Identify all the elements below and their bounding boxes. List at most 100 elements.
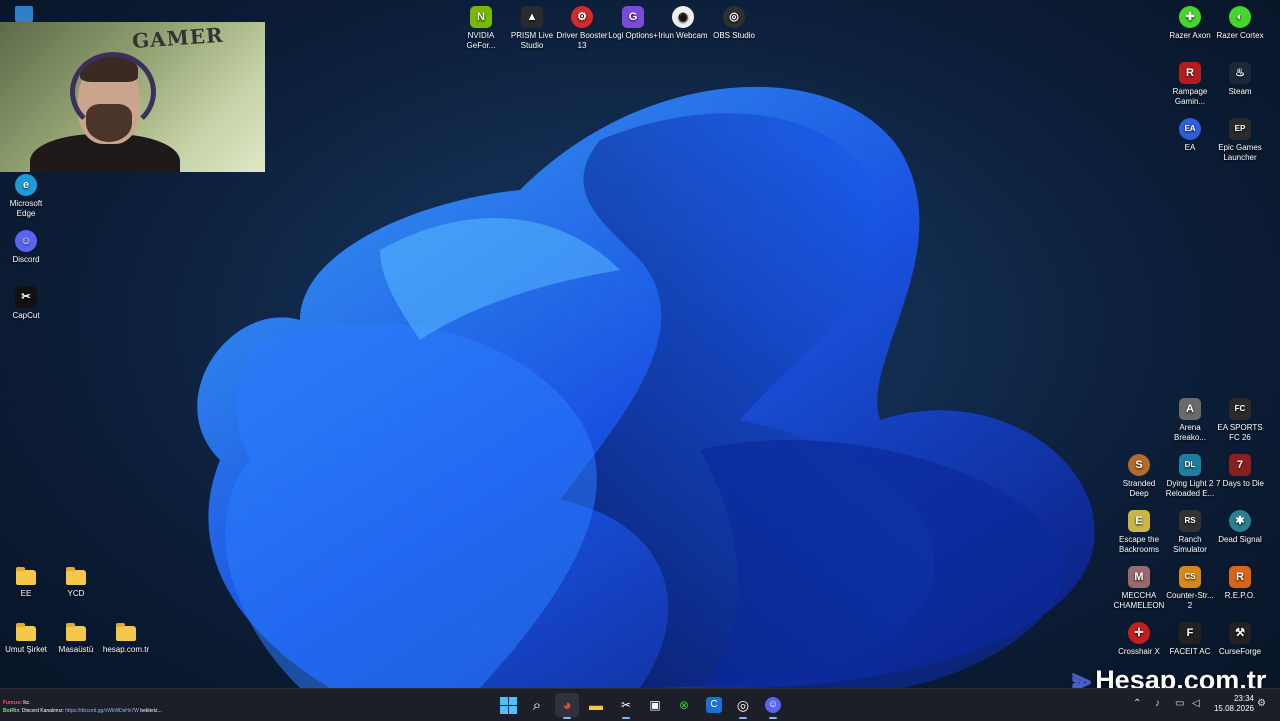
- desktop-icon-meccha[interactable]: M MECCHA CHAMELEON: [1113, 566, 1165, 611]
- folder-icon: [16, 567, 36, 585]
- desktop-icon-curseforge[interactable]: ⚒ CurseForge: [1214, 622, 1266, 657]
- desktop-icon-stranded-deep[interactable]: S Stranded Deep: [1113, 454, 1165, 499]
- desktop-icon-driver-booster[interactable]: ⚙ Driver Booster 13: [556, 6, 608, 51]
- desktop-icon-nvidia[interactable]: N NVIDIA GeFor...: [455, 6, 507, 51]
- desktop-icon-razer-cortex[interactable]: ◐ Razer Cortex: [1214, 6, 1266, 41]
- desktop-icon-ea[interactable]: EA EA: [1164, 118, 1216, 153]
- network-icon[interactable]: ▭: [1175, 698, 1184, 709]
- razer-cortex-icon: ◐: [1229, 6, 1251, 28]
- discord-taskbar-button[interactable]: ☺: [761, 693, 785, 719]
- arena-icon: A: [1179, 398, 1201, 420]
- chat-message-tail: bekleriz...: [138, 708, 162, 714]
- desktop-icon-iriun[interactable]: ◉ Iriun Webcam: [657, 6, 709, 41]
- capcut-icon: ✂: [620, 698, 632, 712]
- desktop-icon-arena[interactable]: A Arena Breako...: [1164, 398, 1216, 443]
- obs-taskbar-button[interactable]: ◎: [731, 693, 755, 719]
- crosshair-icon: ✛: [1128, 622, 1150, 644]
- app-c-button[interactable]: C: [702, 693, 726, 717]
- desktop-icon-steam[interactable]: ♨ Steam: [1214, 62, 1266, 97]
- desktop-icon-edge[interactable]: e Microsoft Edge: [0, 174, 52, 219]
- desktop-icon-rampage[interactable]: R Rampage Gamin...: [1164, 62, 1216, 107]
- capcut-taskbar-button[interactable]: ✂: [614, 693, 638, 719]
- desktop-icon-razer-axon[interactable]: ✚ Razer Axon: [1164, 6, 1216, 41]
- folder-icon: [66, 623, 86, 641]
- desktop-icon-label: FACEIT AC: [1169, 647, 1211, 656]
- folder-icon: ▬: [589, 697, 603, 713]
- chat-line: BotRix: Discord Kanalımız: https://disco…: [3, 707, 443, 715]
- desktop-icon-logi[interactable]: G Logi Options+: [607, 6, 659, 41]
- desktop-icon-label: Stranded Deep: [1122, 479, 1156, 498]
- epic-icon: EP: [1229, 118, 1251, 140]
- desktop-icon-discord[interactable]: ☺ Discord: [0, 230, 52, 265]
- desktop-icon-prism[interactable]: ▲ PRISM Live Studio: [506, 6, 558, 51]
- desktop-icon-label: Iriun Webcam: [658, 31, 708, 40]
- search-button[interactable]: ⌕: [525, 693, 549, 717]
- chevron-up-icon[interactable]: ⌃: [1133, 698, 1141, 709]
- search-icon: ⌕: [532, 696, 542, 714]
- microphone-icon[interactable]: ♪: [1155, 698, 1160, 709]
- desktop-folder-hesap[interactable]: hesap.com.tr: [100, 622, 152, 655]
- chrome-button[interactable]: ◕: [555, 693, 579, 719]
- desktop-folder-ee[interactable]: EE: [0, 566, 52, 599]
- dead-signal-icon: ✱: [1229, 510, 1251, 532]
- razer-axon-icon: ✚: [1179, 6, 1201, 28]
- volume-icon[interactable]: ◁: [1192, 698, 1200, 709]
- capture-button[interactable]: ▣: [643, 693, 667, 717]
- desktop-icon-label: Microsoft Edge: [9, 199, 43, 218]
- headset-icon: [70, 52, 156, 132]
- stream-chat: Funnze: lkc BotRix: Discord Kanalımız: h…: [3, 699, 443, 715]
- capture-icon: ▣: [649, 698, 661, 712]
- webcam-tag: GAMER: [131, 22, 225, 54]
- driver-booster-icon: ⚙: [571, 6, 593, 28]
- chat-username: Funnze: [3, 700, 21, 706]
- desktop-folder-ycd[interactable]: YCD: [50, 566, 102, 599]
- chrome-icon: ◕: [562, 696, 572, 714]
- repo-icon: R: [1229, 566, 1251, 588]
- small-app-icon[interactable]: [15, 6, 33, 22]
- desktop-icon-label: Dying Light 2 Reloaded E...: [1165, 479, 1215, 498]
- desktop-icon-obs[interactable]: ◎ OBS Studio: [708, 6, 760, 41]
- discord-icon: ☺: [15, 230, 37, 252]
- desktop-icon-label: hesap.com.tr: [102, 645, 150, 654]
- desktop-icon-fc26[interactable]: FC EA SPORTS FC 26: [1214, 398, 1266, 443]
- folder-icon: [66, 567, 86, 585]
- discord-icon: ☺: [765, 697, 781, 713]
- desktop-icon-faceit[interactable]: F FACEIT AC: [1164, 622, 1216, 657]
- desktop-icon-ranch[interactable]: RS Ranch Simulator: [1164, 510, 1216, 555]
- chat-link[interactable]: https://discord.gg/vWkWDsHv7W: [65, 708, 139, 714]
- desktop-icon-dying-light[interactable]: DL Dying Light 2 Reloaded E...: [1164, 454, 1216, 499]
- desktop-folder-umut-sirket[interactable]: Umut Şirket: [0, 622, 52, 655]
- desktop-icon-label: EA SPORTS FC 26: [1217, 423, 1263, 442]
- desktop-folder-masaustu[interactable]: Masaüstü: [50, 622, 102, 655]
- desktop-icon-dead-signal[interactable]: ✱ Dead Signal: [1214, 510, 1266, 545]
- desktop-icon-label: Escape the Backrooms: [1118, 535, 1160, 554]
- desktop-icon-label: Umut Şirket: [5, 645, 47, 654]
- clock[interactable]: 23:34 15.08.2026: [1214, 694, 1254, 714]
- desktop-icon-label: Arena Breako...: [1173, 423, 1206, 442]
- desktop-icon-label: OBS Studio: [713, 31, 755, 40]
- xbox-icon: ⊗: [678, 698, 690, 712]
- chat-message: : lkc: [20, 700, 30, 706]
- start-button[interactable]: [496, 693, 520, 717]
- desktop-icon-label: 7 Days to Die: [1215, 479, 1265, 488]
- xbox-button[interactable]: ⊗: [672, 693, 696, 717]
- webcam-overlay: GAMER: [0, 22, 265, 172]
- desktop-icon-epic[interactable]: EP Epic Games Launcher: [1214, 118, 1266, 163]
- desktop-icon-label: MECCHA CHAMELEON: [1113, 591, 1165, 610]
- desktop-icon-crosshair[interactable]: ✛ Crosshair X: [1113, 622, 1165, 657]
- desktop-icon-capcut[interactable]: ✂ CapCut: [0, 286, 52, 321]
- explorer-button[interactable]: ▬: [584, 693, 608, 717]
- desktop-icon-repo[interactable]: R R.E.P.O.: [1214, 566, 1266, 601]
- prism-icon: ▲: [521, 6, 543, 28]
- meccha-icon: M: [1128, 566, 1150, 588]
- notification-icon[interactable]: ⚙: [1257, 698, 1266, 709]
- desktop-icon-label: Driver Booster 13: [556, 31, 608, 50]
- 7days-icon: 7: [1229, 454, 1251, 476]
- steam-icon: ♨: [1229, 62, 1251, 84]
- fc26-icon: FC: [1229, 398, 1251, 420]
- desktop-icon-7days[interactable]: 7 7 Days to Die: [1214, 454, 1266, 489]
- obs-icon: ◎: [723, 6, 745, 28]
- desktop-icon-cs2[interactable]: CS Counter-Str... 2: [1164, 566, 1216, 611]
- desktop-icon-label: Logi Options+: [608, 31, 658, 40]
- desktop-icon-backrooms[interactable]: E Escape the Backrooms: [1113, 510, 1165, 555]
